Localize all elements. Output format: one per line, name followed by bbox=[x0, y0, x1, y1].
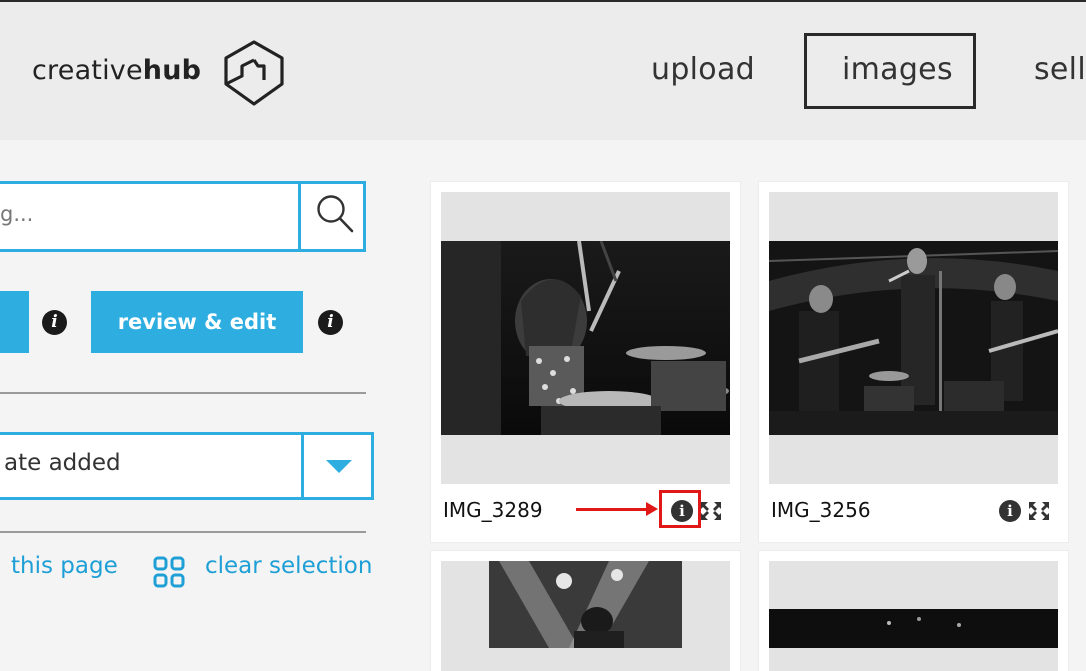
expand-icon[interactable] bbox=[699, 500, 723, 522]
image-card[interactable]: IMG_3289 i bbox=[431, 182, 740, 542]
divider bbox=[0, 531, 366, 533]
brand-wordmark[interactable]: creativehub bbox=[32, 55, 201, 86]
image-thumbnail[interactable] bbox=[489, 561, 682, 648]
select-this-page-link[interactable]: this page bbox=[11, 553, 118, 579]
image-thumbnail[interactable] bbox=[769, 609, 1058, 648]
grid-icon[interactable] bbox=[153, 556, 185, 588]
clear-selection-link[interactable]: clear selection bbox=[205, 553, 372, 579]
annotation-arrow bbox=[576, 508, 650, 511]
image-card[interactable]: IMG_3256 i bbox=[759, 182, 1068, 542]
image-name: IMG_3256 bbox=[771, 498, 871, 522]
annotation-highlight bbox=[659, 490, 701, 528]
sort-dropdown-toggle[interactable] bbox=[301, 432, 374, 500]
expand-icon[interactable] bbox=[1027, 500, 1051, 522]
info-icon[interactable]: i bbox=[318, 310, 343, 335]
upload-action-button[interactable] bbox=[0, 291, 29, 353]
sort-selected-value: ate added bbox=[4, 450, 121, 476]
image-thumbnail[interactable] bbox=[769, 241, 1058, 435]
creativehub-logo[interactable] bbox=[218, 36, 290, 110]
info-icon[interactable]: i bbox=[999, 500, 1021, 522]
search-button[interactable] bbox=[298, 181, 366, 252]
review-edit-button[interactable]: review & edit bbox=[91, 291, 303, 353]
annotation-arrow-head bbox=[646, 502, 658, 516]
image-thumbnail[interactable] bbox=[441, 241, 730, 435]
image-name: IMG_3289 bbox=[443, 498, 543, 522]
chevron-down-icon bbox=[326, 460, 352, 473]
search-icon bbox=[317, 195, 354, 233]
divider bbox=[0, 392, 366, 394]
search-placeholder: g... bbox=[0, 202, 34, 226]
image-card[interactable] bbox=[759, 551, 1068, 671]
info-icon[interactable]: i bbox=[42, 310, 67, 335]
image-card[interactable] bbox=[431, 551, 740, 671]
nav-sell[interactable]: sell bbox=[1034, 52, 1086, 87]
nav-upload[interactable]: upload bbox=[651, 52, 755, 87]
nav-images[interactable]: images bbox=[842, 52, 953, 87]
